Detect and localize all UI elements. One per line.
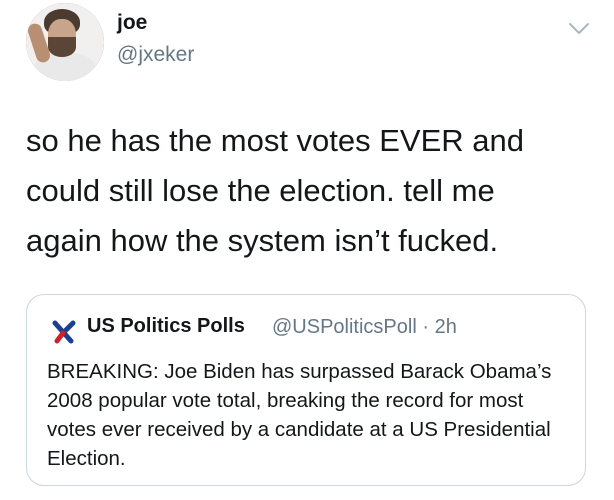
quoted-tweet-text: BREAKING: Joe Biden has surpassed Barack… <box>47 360 552 470</box>
us-politics-polls-logo-icon[interactable] <box>51 319 79 347</box>
author-name[interactable]: joe <box>117 11 147 35</box>
tweet-text: so he has the most votes EVER and could … <box>26 123 524 258</box>
meta-separator: · <box>422 316 430 338</box>
chevron-down-icon[interactable] <box>568 22 590 36</box>
quoted-tweet[interactable]: US Politics Polls @USPoliticsPoll · 2h B… <box>26 294 586 486</box>
avatar[interactable] <box>26 3 104 81</box>
quoted-meta: @USPoliticsPoll · 2h <box>272 316 457 339</box>
quoted-author-name[interactable]: US Politics Polls <box>87 315 245 338</box>
quoted-author-handle[interactable]: @USPoliticsPoll <box>272 316 417 338</box>
author-handle[interactable]: @jxeker <box>117 43 194 67</box>
quoted-timestamp[interactable]: 2h <box>435 316 457 338</box>
